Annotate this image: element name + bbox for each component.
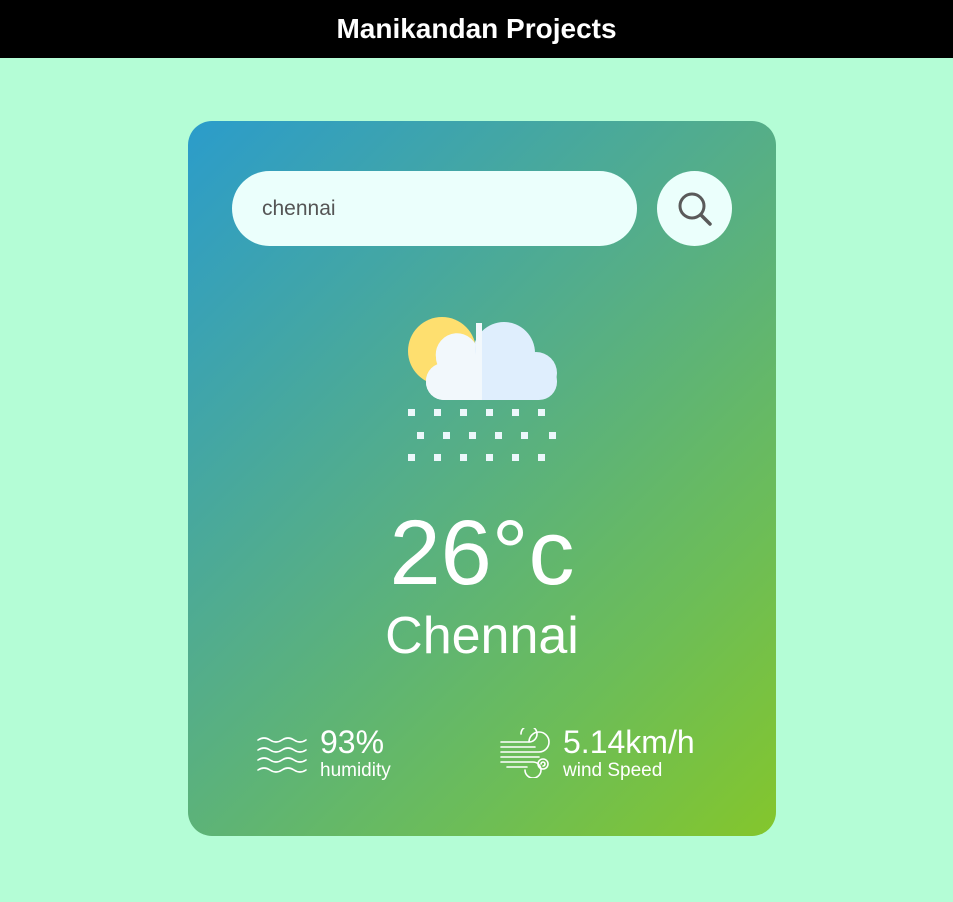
humidity-detail: 93% humidity — [256, 724, 391, 782]
city-name: Chennai — [385, 607, 579, 665]
app-title: Manikandan Projects — [336, 13, 617, 44]
wind-text: 5.14km/h wind Speed — [563, 724, 695, 782]
wind-icon — [500, 728, 550, 778]
humidity-text: 93% humidity — [320, 724, 391, 782]
wind-value: 5.14km/h — [563, 724, 695, 760]
sun-cloud-snow-icon — [408, 317, 557, 461]
temperature: 26°c — [389, 502, 575, 604]
wind-detail: 5.14km/h wind Speed — [499, 724, 695, 782]
humidity-waves-icon — [257, 737, 307, 773]
humidity-label: humidity — [320, 760, 391, 781]
app-header: Manikandan Projects — [0, 0, 953, 58]
humidity-value: 93% — [320, 724, 385, 760]
city-search-input[interactable] — [232, 171, 637, 246]
search-button[interactable] — [657, 171, 732, 246]
weather-card: 26°c Chennai 93% humidity — [188, 121, 776, 836]
wind-label: wind Speed — [563, 760, 663, 781]
search-icon — [678, 192, 712, 226]
